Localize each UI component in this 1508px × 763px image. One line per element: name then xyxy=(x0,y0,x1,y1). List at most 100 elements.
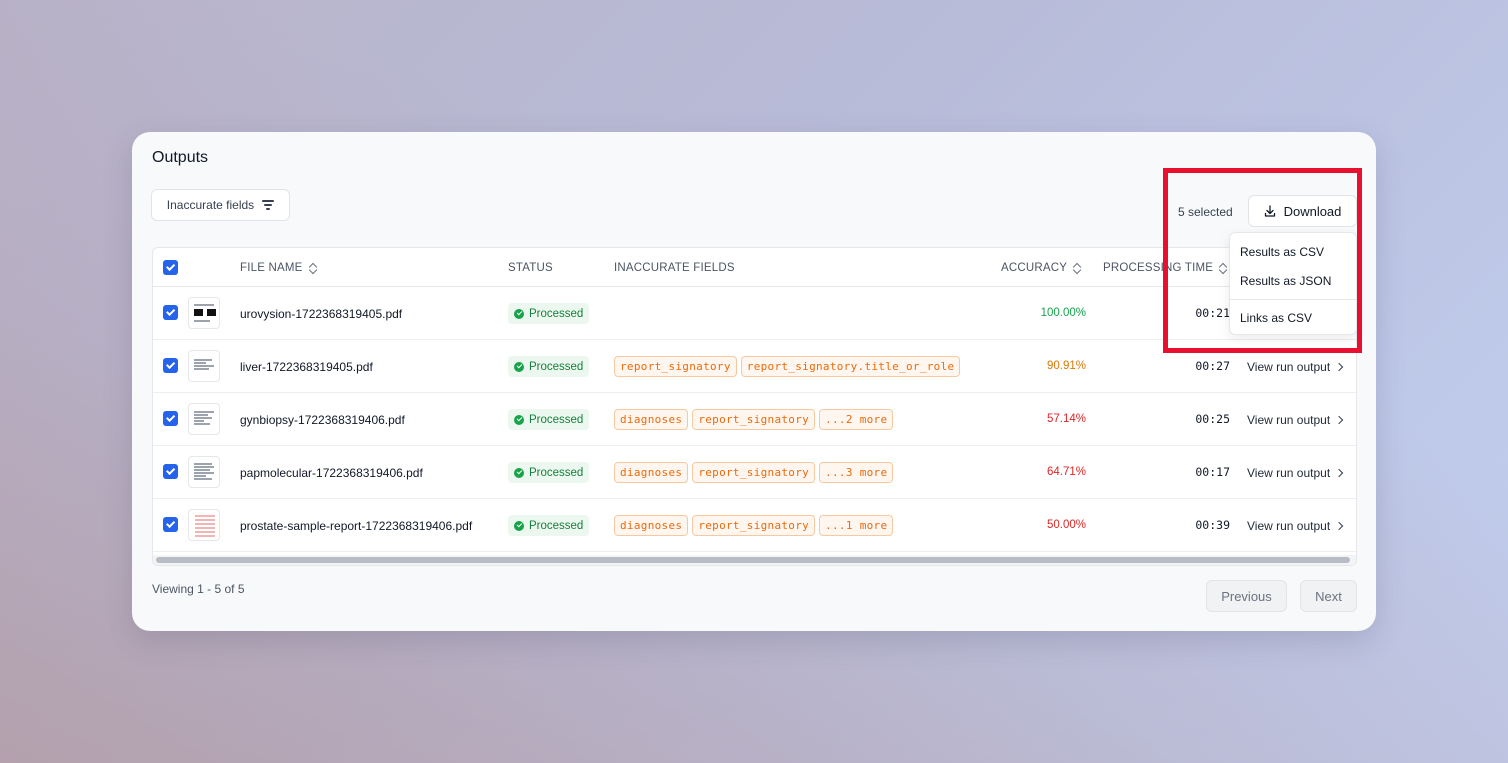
processing-time-value: 00:39 xyxy=(1195,518,1230,532)
processing-time-value: 00:25 xyxy=(1195,412,1230,426)
inaccurate-fields-tags: report_signatory report_signatory.title_o… xyxy=(614,356,961,377)
field-tag: diagnoses xyxy=(614,409,689,430)
view-run-output-label: View run output xyxy=(1247,413,1331,427)
horizontal-scrollbar[interactable] xyxy=(153,555,1356,565)
more-fields-tag[interactable]: ...3 more xyxy=(819,462,894,483)
inaccurate-fields-tags: diagnoses report_signatory ...1 more xyxy=(614,515,894,536)
table-row: gynbiopsy-1722368319406.pdf Processed diag… xyxy=(153,393,1356,446)
outputs-table: FILE NAME STATUS INACCURATE FIELDS ACCUR… xyxy=(152,247,1357,566)
inaccurate-fields-filter-button[interactable]: Inaccurate fields xyxy=(151,189,290,221)
row-checkbox[interactable] xyxy=(163,305,178,320)
scrollbar-thumb[interactable] xyxy=(156,557,1350,563)
row-checkbox[interactable] xyxy=(163,411,178,426)
table-row: papmolecular-1722368319406.pdf Processed d… xyxy=(153,446,1356,499)
field-tag: diagnoses xyxy=(614,462,689,483)
select-all-checkbox[interactable] xyxy=(163,260,178,275)
accuracy-value: 100.00% xyxy=(1040,307,1086,319)
file-thumbnail xyxy=(188,403,220,435)
column-header-label: PROCESSING TIME xyxy=(1103,262,1214,274)
status-label: Processed xyxy=(529,519,584,532)
view-run-output-label: View run output xyxy=(1247,466,1331,480)
field-tag: report_signatory xyxy=(692,515,816,536)
view-run-output-label: View run output xyxy=(1247,519,1331,533)
view-run-output-link[interactable]: View run output xyxy=(1247,413,1344,427)
view-run-output-link[interactable]: View run output xyxy=(1247,519,1344,533)
column-header-label: STATUS xyxy=(508,262,553,274)
download-button-label: Download xyxy=(1283,203,1342,219)
chevron-right-icon xyxy=(1334,521,1344,531)
accuracy-value: 90.91% xyxy=(1046,360,1086,372)
chevron-right-icon xyxy=(1334,468,1344,478)
file-thumbnail xyxy=(188,509,220,541)
table-row: urovysion-1722368319405.pdf Processed 100.… xyxy=(153,287,1356,340)
processing-time-value: 00:27 xyxy=(1195,359,1230,373)
column-header-processing-time[interactable]: PROCESSING TIME xyxy=(1103,262,1227,274)
accuracy-value: 57.14% xyxy=(1046,413,1086,425)
field-tag: report_signatory xyxy=(692,462,816,483)
sort-icon xyxy=(1219,263,1227,274)
selected-count: 5 selected xyxy=(1178,205,1233,219)
status-label: Processed xyxy=(529,360,584,373)
status-label: Processed xyxy=(529,307,584,320)
field-tag: report_signatory xyxy=(614,356,737,377)
more-fields-tag[interactable]: ...2 more xyxy=(819,409,894,430)
column-header-status: STATUS xyxy=(508,262,553,274)
row-checkbox[interactable] xyxy=(163,517,178,532)
menu-item-results-json[interactable]: Results as JSON xyxy=(1240,274,1331,288)
status-label: Processed xyxy=(529,413,584,426)
view-run-output-link[interactable]: View run output xyxy=(1247,360,1344,374)
check-circle-icon xyxy=(514,467,524,478)
sort-icon xyxy=(309,263,317,274)
chevron-right-icon xyxy=(1334,362,1344,372)
download-dropdown-menu: Results as CSV Results as JSON Links as … xyxy=(1229,232,1357,335)
status-badge: Processed xyxy=(508,303,590,324)
page-title: Outputs xyxy=(152,149,209,166)
outputs-card: Outputs Inaccurate fields 5 selected Dow… xyxy=(132,132,1376,631)
status-badge: Processed xyxy=(508,356,590,377)
file-name: prostate-sample-report-1722368319406.pdf xyxy=(240,519,473,533)
file-thumbnail xyxy=(188,456,220,488)
column-header-accuracy[interactable]: ACCURACY xyxy=(1001,262,1081,274)
column-header-file-name[interactable]: FILE NAME xyxy=(240,262,317,274)
check-circle-icon xyxy=(514,308,524,319)
file-thumbnail xyxy=(188,297,220,329)
menu-item-results-csv[interactable]: Results as CSV xyxy=(1240,245,1324,259)
view-run-output-link[interactable]: View run output xyxy=(1247,466,1344,480)
more-fields-tag[interactable]: ...1 more xyxy=(819,515,894,536)
download-icon xyxy=(1264,205,1276,217)
row-checkbox[interactable] xyxy=(163,358,178,373)
field-tag: diagnoses xyxy=(614,515,689,536)
file-name: papmolecular-1722368319406.pdf xyxy=(240,466,423,480)
column-header-label: ACCURACY xyxy=(1001,262,1068,274)
menu-item-links-csv[interactable]: Links as CSV xyxy=(1240,311,1312,325)
field-tag: report_signatory.title_or_role xyxy=(740,356,961,377)
inaccurate-fields-tags: diagnoses report_signatory ...3 more xyxy=(614,462,894,483)
status-badge: Processed xyxy=(508,409,590,430)
next-page-button[interactable]: Next xyxy=(1300,580,1357,612)
table-row: prostate-sample-report-1722368319406.pdf… xyxy=(153,499,1356,552)
filter-button-label: Inaccurate fields xyxy=(166,198,255,212)
check-circle-icon xyxy=(514,361,524,372)
previous-page-button[interactable]: Previous xyxy=(1206,580,1287,612)
inaccurate-fields-tags: diagnoses report_signatory ...2 more xyxy=(614,409,894,430)
file-thumbnail xyxy=(188,350,220,382)
view-run-output-label: View run output xyxy=(1247,360,1331,374)
processing-time-value: 00:21 xyxy=(1195,306,1230,320)
status-badge: Processed xyxy=(508,462,590,483)
download-button[interactable]: Download xyxy=(1248,195,1357,227)
row-checkbox[interactable] xyxy=(163,464,178,479)
processing-time-value: 00:17 xyxy=(1195,465,1230,479)
check-circle-icon xyxy=(514,520,524,531)
filter-icon xyxy=(262,200,275,210)
chevron-right-icon xyxy=(1334,415,1344,425)
menu-divider xyxy=(1230,299,1356,300)
file-name: liver-1722368319405.pdf xyxy=(240,360,373,374)
accuracy-value: 50.00% xyxy=(1046,519,1086,531)
check-circle-icon xyxy=(514,414,524,425)
column-header-inaccurate-fields: INACCURATE FIELDS xyxy=(614,262,735,274)
field-tag: report_signatory xyxy=(692,409,816,430)
file-name: gynbiopsy-1722368319406.pdf xyxy=(240,413,405,427)
table-header: FILE NAME STATUS INACCURATE FIELDS ACCUR… xyxy=(153,248,1356,287)
page-background: { "card": { "title": "Outputs", "filter_… xyxy=(0,0,1508,763)
status-label: Processed xyxy=(529,466,584,479)
